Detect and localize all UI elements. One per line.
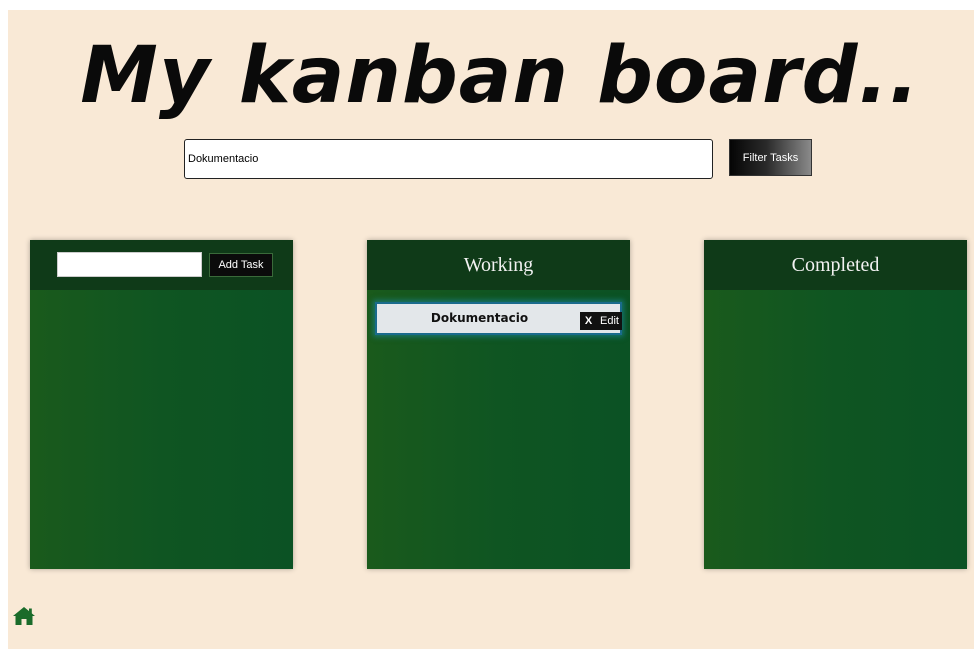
delete-task-button[interactable]: X xyxy=(580,312,597,330)
new-task-input[interactable] xyxy=(57,252,202,277)
column-title: Working xyxy=(463,253,534,276)
page-background: My kanban board.. Filter Tasks Add Task … xyxy=(8,10,974,649)
column-completed: Completed xyxy=(704,240,967,569)
column-backlog: Add Task xyxy=(30,240,293,569)
column-header: Completed xyxy=(704,240,967,290)
task-text: Dokumentacio xyxy=(430,311,529,325)
edit-task-button[interactable]: Edit xyxy=(597,312,622,330)
filter-tasks-button[interactable]: Filter Tasks xyxy=(729,139,812,176)
column-title: Completed xyxy=(791,253,880,276)
page-title: My kanban board.. xyxy=(80,31,920,121)
task-card[interactable]: Dokumentacio X Edit xyxy=(375,302,622,335)
filter-input[interactable] xyxy=(184,139,713,179)
home-icon[interactable] xyxy=(12,606,36,626)
column-working: Working Dokumentacio X Edit xyxy=(367,240,630,569)
add-task-button[interactable]: Add Task xyxy=(209,253,273,277)
column-header: Add Task xyxy=(30,240,293,290)
column-header: Working xyxy=(367,240,630,290)
